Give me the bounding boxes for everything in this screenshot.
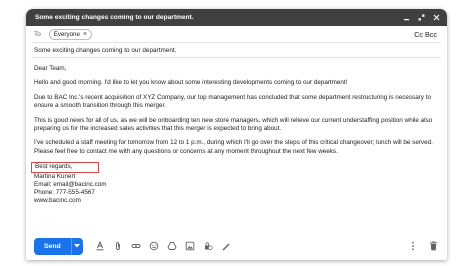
recipients-row[interactable]: To Everyone × Cc Bcc xyxy=(32,26,441,43)
minimize-icon[interactable] xyxy=(403,14,410,21)
signature-icon[interactable] xyxy=(221,241,232,252)
signature-closing: Best regards, xyxy=(31,162,100,173)
body-paragraph: Hello and good morning. I'd like to let … xyxy=(34,79,348,87)
compose-titlebar[interactable]: Some exciting changes coming to our depa… xyxy=(26,9,447,26)
body-paragraph: I've scheduled a staff meeting for tomor… xyxy=(34,139,433,155)
send-button-group[interactable]: Send xyxy=(34,237,83,255)
send-options-chevron-icon[interactable] xyxy=(70,237,83,255)
to-label: To xyxy=(34,30,41,38)
signature-website: www.bacinc.com xyxy=(34,197,81,205)
lock-clock-icon[interactable] xyxy=(203,241,214,252)
window-title: Some exciting changes coming to our depa… xyxy=(35,14,194,21)
body-paragraph: Due to BAC Inc.'s recent acquisition of … xyxy=(34,93,431,110)
close-icon[interactable] xyxy=(433,14,440,21)
more-options-icon[interactable] xyxy=(407,241,418,252)
trash-icon[interactable] xyxy=(428,241,439,252)
drive-icon[interactable] xyxy=(167,241,178,252)
expand-icon[interactable] xyxy=(418,14,425,21)
attach-icon[interactable] xyxy=(113,241,124,252)
body-paragraph: This is good news for all of us, as we w… xyxy=(34,116,433,133)
recipient-chip-label: Everyone xyxy=(53,30,80,38)
compose-toolbar: Send xyxy=(26,232,447,260)
recipient-chip[interactable]: Everyone × xyxy=(48,28,92,40)
photo-icon[interactable] xyxy=(185,241,196,252)
signature-email: Email: email@bacinc.com xyxy=(34,180,107,188)
cc-bcc-link[interactable]: Cc Bcc xyxy=(414,30,437,39)
signature-name: Martina Kunert xyxy=(34,172,76,180)
remove-recipient-icon[interactable]: × xyxy=(83,31,87,38)
greeting: Dear Team, xyxy=(34,65,67,72)
signature-phone: Phone: 777-555-4567 xyxy=(34,189,95,197)
signature-block: Best regards, Martina Kunert Email: emai… xyxy=(31,162,439,205)
compose-window: Some exciting changes coming to our depa… xyxy=(26,9,447,260)
subject-field[interactable]: Some exciting changes coming to our depa… xyxy=(32,43,441,58)
format-text-icon[interactable] xyxy=(95,241,106,252)
emoji-icon[interactable] xyxy=(149,241,160,252)
send-button[interactable]: Send xyxy=(34,237,71,255)
link-icon[interactable] xyxy=(131,241,142,252)
message-body[interactable]: Dear Team, Hello and good morning. I'd l… xyxy=(26,58,447,206)
